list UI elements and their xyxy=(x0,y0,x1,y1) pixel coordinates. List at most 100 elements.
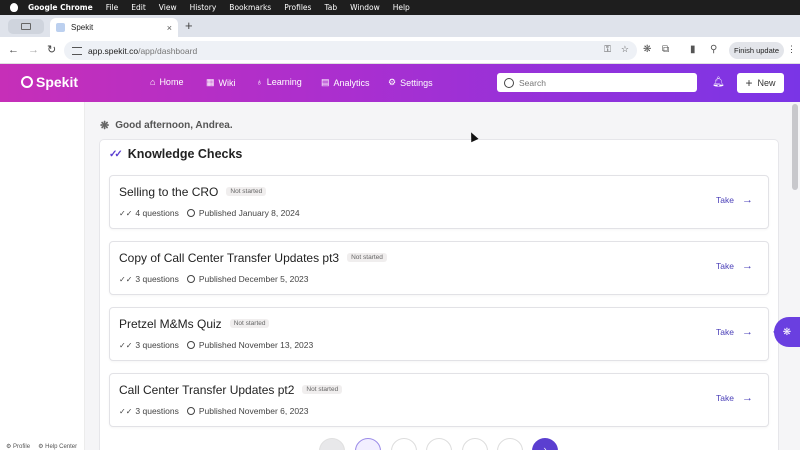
url-host: app.spekit.co xyxy=(88,45,139,56)
plus-icon: + xyxy=(745,76,753,90)
nav-learning[interactable]: ♁ Learning xyxy=(256,77,302,87)
card-title: Call Center Transfer Updates pt2 Not star… xyxy=(119,383,343,397)
nav-wiki[interactable]: ▦ Wiki xyxy=(206,77,236,88)
notification-bell-icon[interactable]: 🔔︎ xyxy=(712,77,725,88)
status-badge: Not started xyxy=(302,385,343,395)
menu-file[interactable]: File xyxy=(106,3,119,12)
published-date: Published January 8, 2024 xyxy=(198,208,300,218)
side-panel-icon[interactable]: ▮ xyxy=(690,44,696,56)
new-button[interactable]: + New xyxy=(737,73,784,93)
take-button[interactable]: Take → xyxy=(716,327,753,338)
gear-icon: ⚙ xyxy=(388,77,397,87)
nav-settings[interactable]: ⚙ Settings xyxy=(388,77,433,88)
menu-help[interactable]: Help xyxy=(393,3,410,12)
favicon-icon xyxy=(56,23,65,32)
nav-learning-label: Learning xyxy=(266,77,302,87)
published-date: Published November 13, 2023 xyxy=(198,340,314,350)
profile-icon[interactable]: ⚲ xyxy=(710,44,717,56)
bookmark-star-icon[interactable]: ☆ xyxy=(621,44,629,55)
menu-bookmarks[interactable]: Bookmarks xyxy=(229,3,271,12)
profile-link[interactable]: ⚙ Profile xyxy=(6,443,30,450)
knowledge-check-card[interactable]: Pretzel M&Ms Quiz Not started ✓✓ 3 questi… xyxy=(109,307,769,361)
spekit-widget-icon: ❋ xyxy=(782,326,792,338)
left-sidebar xyxy=(0,102,85,450)
menu-app-name[interactable]: Google Chrome xyxy=(28,3,93,12)
nav-settings-label: Settings xyxy=(400,77,433,88)
logo-text: Spekit xyxy=(36,74,79,90)
double-check-icon: ✓✓ xyxy=(109,148,123,160)
card-meta: ✓✓ 3 questions Published November 6, 202… xyxy=(119,406,309,416)
new-tab-button[interactable]: + xyxy=(185,19,193,33)
chevron-right-icon: › xyxy=(543,444,547,450)
spekit-widget-button[interactable]: ‹ ❋ xyxy=(773,317,800,347)
spekit-logo[interactable]: Spekit xyxy=(21,74,78,90)
sidebar-footer: ⚙ Profile ⚙ Help Center xyxy=(6,443,77,450)
page-scrollbar[interactable] xyxy=(792,104,798,190)
take-button[interactable]: Take → xyxy=(716,195,753,206)
menu-profiles[interactable]: Profiles xyxy=(284,3,311,12)
password-key-icon[interactable]: ⚿ xyxy=(604,44,611,55)
extension-spekit-icon[interactable]: ❋ xyxy=(643,44,651,56)
menu-view[interactable]: View xyxy=(159,3,177,12)
forward-arrow-icon[interactable]: → xyxy=(28,43,39,57)
extensions-puzzle-icon[interactable]: ⧉ xyxy=(662,44,669,56)
spekit-logo-icon xyxy=(21,76,33,88)
card-title-text: Pretzel M&Ms Quiz xyxy=(119,317,222,331)
double-check-icon: ✓✓ xyxy=(119,406,133,416)
take-label: Take xyxy=(716,261,734,271)
tab-overview-button[interactable] xyxy=(8,19,44,34)
take-button[interactable]: Take → xyxy=(716,392,753,404)
address-bar[interactable]: app.spekit.co/app/dashboard ⚿ ☆ xyxy=(64,41,637,60)
chrome-menu-icon[interactable]: ⋮ xyxy=(787,44,796,55)
question-count: 3 questions xyxy=(135,340,179,350)
menu-tab[interactable]: Tab xyxy=(324,3,337,12)
back-arrow-icon[interactable]: ← xyxy=(8,43,19,57)
url-path: /app/dashboard xyxy=(138,45,198,56)
tab-close-icon[interactable]: × xyxy=(167,23,172,33)
card-meta: ✓✓ 3 questions Published November 13, 20… xyxy=(119,340,313,350)
knowledge-checks-title: ✓✓ Knowledge Checks xyxy=(109,147,242,161)
double-check-icon: ✓✓ xyxy=(119,274,133,284)
clock-icon xyxy=(186,275,195,283)
tab-overview-icon xyxy=(21,23,31,30)
knowledge-check-card[interactable]: Copy of Call Center Transfer Updates pt3… xyxy=(109,241,769,295)
question-count: 3 questions xyxy=(135,274,179,284)
double-check-icon: ✓✓ xyxy=(119,208,133,218)
browser-tab-spekit[interactable]: Spekit × xyxy=(50,18,178,37)
card-title: Pretzel M&Ms Quiz Not started xyxy=(119,317,270,331)
help-center-link[interactable]: ⚙ Help Center xyxy=(38,443,77,450)
greeting-text: Good afternoon, Andrea. xyxy=(115,120,233,131)
reload-icon[interactable]: ↻ xyxy=(47,43,56,57)
site-info-icon[interactable] xyxy=(72,46,82,55)
finish-update-button[interactable]: Finish update xyxy=(729,42,784,59)
status-badge: Not started xyxy=(226,187,267,197)
card-meta: ✓✓ 3 questions Published December 5, 202… xyxy=(119,274,309,284)
app-header: Spekit ⌂ Home ▦ Wiki ♁ Learning ▤ Analytics … xyxy=(0,64,800,102)
card-title-text: Call Center Transfer Updates pt2 xyxy=(119,383,295,397)
take-label: Take xyxy=(716,327,734,337)
chart-icon: ▤ xyxy=(321,77,330,87)
menu-edit[interactable]: Edit xyxy=(131,3,146,12)
browser-tab-strip: Spekit × + xyxy=(0,15,800,37)
sun-icon: ❋ xyxy=(100,120,110,132)
search-input[interactable] xyxy=(519,77,679,88)
knowledge-check-card[interactable]: Selling to the CRO Not started ✓✓ 4 quest… xyxy=(109,175,769,229)
knowledge-check-card[interactable]: Call Center Transfer Updates pt2 Not star… xyxy=(109,373,769,427)
arrow-right-icon: → xyxy=(741,392,753,404)
menu-history[interactable]: History xyxy=(190,3,217,12)
knowledge-checks-heading: Knowledge Checks xyxy=(127,147,243,161)
apple-icon[interactable] xyxy=(10,3,18,12)
chevron-left-icon: ‹ xyxy=(773,327,776,336)
search-icon xyxy=(504,77,514,88)
published-date: Published December 5, 2023 xyxy=(198,274,309,284)
take-label: Take xyxy=(716,393,734,403)
card-title-text: Copy of Call Center Transfer Updates pt3 xyxy=(119,251,340,265)
clock-icon xyxy=(186,341,195,349)
search-box[interactable] xyxy=(497,73,697,92)
nav-analytics[interactable]: ▤ Analytics xyxy=(321,77,370,88)
browser-toolbar: ← → ↻ app.spekit.co/app/dashboard ⚿ ☆ ❋ … xyxy=(0,37,800,64)
menu-window[interactable]: Window xyxy=(350,3,380,12)
take-button[interactable]: Take → xyxy=(716,260,753,272)
arrow-right-icon: → xyxy=(741,260,753,272)
nav-home[interactable]: ⌂ Home xyxy=(150,77,183,87)
